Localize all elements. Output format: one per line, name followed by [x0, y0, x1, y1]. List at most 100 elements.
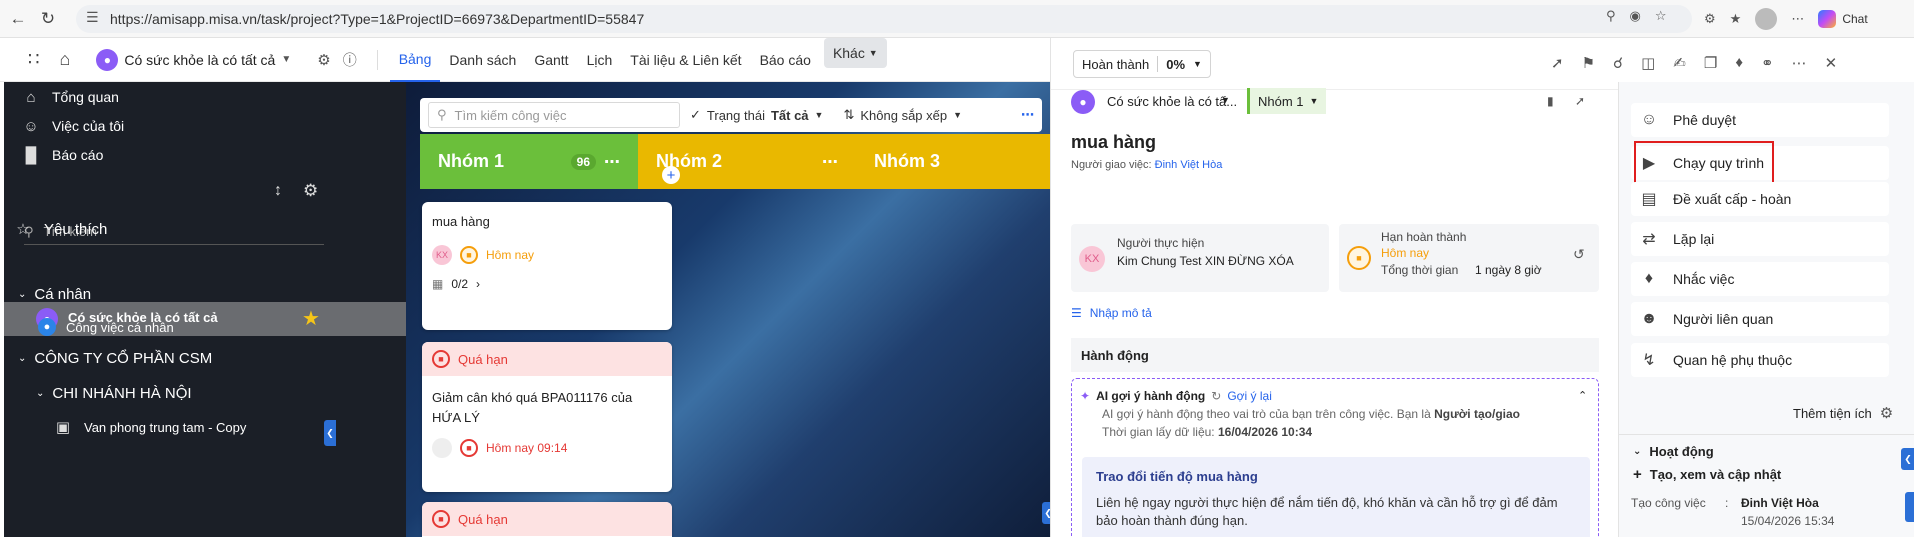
- reader-icon[interactable]: ◉: [1630, 8, 1641, 24]
- chat-label[interactable]: Chat: [1842, 12, 1867, 26]
- pin-icon[interactable]: ➚: [1575, 94, 1585, 108]
- link-icon[interactable]: ⚭: [1761, 54, 1774, 72]
- copilot-icon[interactable]: [1818, 10, 1837, 28]
- user-icon: ●: [38, 318, 56, 336]
- attachment-icon[interactable]: ☌: [1613, 54, 1623, 72]
- action-reminder[interactable]: ♦ Nhắc việc: [1631, 262, 1889, 296]
- collapse-icon[interactable]: ↕: [274, 182, 282, 200]
- action-dependencies[interactable]: ↯ Quan hệ phụ thuộc: [1631, 343, 1889, 377]
- sidebar-item-overview[interactable]: ⌂ Tổng quan: [22, 88, 118, 106]
- executor-box[interactable]: KX Người thực hiện Kim Chung Test XIN ĐỪ…: [1071, 224, 1329, 292]
- scroll-handle[interactable]: [1905, 492, 1914, 522]
- task-card[interactable]: mua hàng KX ■ Hôm nay ▦ 0/2 ›: [422, 202, 672, 330]
- ai-retry-link[interactable]: Gợi ý lại: [1227, 389, 1272, 403]
- history-icon[interactable]: ↺: [1573, 246, 1585, 263]
- task-title[interactable]: mua hàng: [1071, 132, 1156, 153]
- chevron-up-icon[interactable]: ⌃: [1578, 389, 1587, 402]
- tab-more[interactable]: Khác ▼: [823, 37, 887, 68]
- sidebar-item-personal-tasks[interactable]: ● Công việc cá nhân: [38, 318, 174, 336]
- chevron-down-icon[interactable]: ▼: [1221, 95, 1230, 105]
- more-icon[interactable]: ⋯: [1021, 107, 1034, 123]
- settings-icon[interactable]: ⚙: [317, 51, 330, 69]
- panel-toggle-icon[interactable]: ❮: [1042, 502, 1050, 524]
- comment-icon[interactable]: ✍: [1673, 54, 1686, 72]
- project-name[interactable]: Có sức khỏe là có tất cả: [124, 52, 275, 68]
- sidebar-item-label: Việc của tôi: [52, 118, 125, 134]
- activity-section[interactable]: ⌄ Hoạt động: [1633, 444, 1714, 459]
- status-filter[interactable]: ✓ Trạng thái Tất cả ▼: [690, 107, 823, 123]
- board-toolbar: ⚲ Tìm kiếm công việc ✓ Trạng thái Tất cả…: [420, 98, 1042, 132]
- home-icon[interactable]: ⌂: [59, 49, 70, 70]
- chevron-right-icon[interactable]: ›: [476, 277, 480, 291]
- bookmark-icon[interactable]: ▮: [1547, 94, 1554, 108]
- tab-documents[interactable]: Tài liệu & Liên kết: [621, 38, 750, 82]
- assigner-name[interactable]: Đinh Việt Hòa: [1155, 159, 1223, 171]
- tab-calendar[interactable]: Lịch: [578, 38, 622, 82]
- action-label: Quan hệ phụ thuộc: [1673, 352, 1793, 368]
- action-repeat[interactable]: ⇄ Lặp lại: [1631, 222, 1889, 256]
- address-bar[interactable]: ☰ https://amisapp.misa.vn/task/project?T…: [76, 5, 1692, 33]
- favorites-icon[interactable]: ★: [1730, 11, 1742, 27]
- zoom-icon[interactable]: ⚲: [1606, 8, 1616, 24]
- sidebar-item-reports[interactable]: █ Báo cáo: [22, 146, 104, 164]
- tab-list[interactable]: Danh sách: [440, 38, 525, 82]
- tag-icon[interactable]: ⚑: [1582, 54, 1595, 72]
- close-icon[interactable]: ✕: [1825, 54, 1838, 72]
- plus-icon: +: [1633, 466, 1642, 483]
- column-title: Nhóm 1: [438, 151, 505, 171]
- sidebar-toggle-icon[interactable]: ❮: [324, 420, 336, 446]
- apps-grid-icon[interactable]: ∷: [28, 49, 39, 70]
- sidebar-section-personal[interactable]: ⌄ Cá nhân: [18, 286, 91, 303]
- task-card[interactable]: ■ Quá hạn: [422, 502, 672, 537]
- bell-icon[interactable]: ♦: [1735, 54, 1743, 72]
- action-related-people[interactable]: ☻ Người liên quan: [1631, 302, 1889, 336]
- star-filled-icon[interactable]: ★: [302, 306, 320, 331]
- task-search-input[interactable]: ⚲ Tìm kiếm công việc: [428, 102, 680, 128]
- detail-project-name[interactable]: Có sức khỏe là có tấ...: [1107, 94, 1237, 109]
- assignee-avatar: [432, 438, 452, 458]
- back-icon[interactable]: ←: [6, 7, 30, 31]
- assignee-avatar: KX: [432, 245, 452, 265]
- sidebar-section-favorites[interactable]: ☆ Yêu thích: [14, 220, 107, 239]
- pin-icon[interactable]: ➚: [1551, 54, 1564, 72]
- chevron-down-icon[interactable]: ▼: [281, 54, 291, 65]
- info-icon[interactable]: ⓘ: [343, 50, 357, 70]
- more-utilities[interactable]: Thêm tiện ích ⚙: [1793, 404, 1893, 422]
- reload-icon[interactable]: ↻: [36, 7, 60, 31]
- copy-icon[interactable]: ❐: [1704, 54, 1717, 72]
- favorite-star-icon[interactable]: ☆: [1655, 8, 1667, 24]
- description-link[interactable]: ☰ Nhập mô tả: [1071, 306, 1152, 320]
- menu-icon[interactable]: ⋯: [1791, 11, 1804, 27]
- ai-time-label: Thời gian lấy dữ liệu:: [1102, 425, 1215, 439]
- status-dropdown[interactable]: Hoàn thành 0% ▼: [1073, 50, 1211, 78]
- profile-avatar[interactable]: [1755, 8, 1778, 30]
- action-approval[interactable]: ☺ Phê duyệt: [1631, 103, 1889, 137]
- more-icon[interactable]: ⋯: [1792, 54, 1807, 72]
- sort-filter[interactable]: ⇅ Không sắp xếp ▼: [843, 107, 962, 123]
- activity-label: Hoạt động: [1649, 444, 1714, 459]
- chevron-down-icon: ⌄: [18, 353, 27, 364]
- group-selector[interactable]: Nhóm 1 ▼: [1247, 88, 1327, 114]
- sidebar-section-branch[interactable]: ⌄ CHI NHÁNH HÀ NỘI: [36, 385, 192, 402]
- deadline-box[interactable]: ■ Hạn hoàn thành Hôm nay Tổng thời gian …: [1339, 224, 1599, 292]
- task-card[interactable]: ■ Quá hạn Giảm cân khó quá BPA011176 của…: [422, 342, 672, 492]
- action-request-funds[interactable]: ▤ Đề xuất cấp - hoàn: [1631, 182, 1889, 216]
- subtask-tree-icon[interactable]: ◫: [1641, 54, 1655, 72]
- tab-board[interactable]: Bảng: [389, 38, 441, 82]
- subtask-icon: ▦: [432, 277, 444, 291]
- more-icon[interactable]: ⋯: [822, 152, 838, 172]
- gear-icon[interactable]: ⚙: [303, 181, 318, 201]
- add-task-icon[interactable]: +: [662, 166, 680, 184]
- more-icon[interactable]: ⋯: [604, 152, 620, 172]
- tab-gantt[interactable]: Gantt: [525, 38, 577, 82]
- sidebar-item-my-tasks[interactable]: ☺ Việc của tôi: [22, 117, 124, 135]
- create-view-update[interactable]: + Tạo, xem và cập nhật: [1633, 466, 1781, 483]
- sidebar-item-office[interactable]: ▣ Van phong trung tam - Copy: [54, 418, 246, 436]
- panel-toggle-icon[interactable]: ❮: [1901, 448, 1914, 470]
- tab-reports[interactable]: Báo cáo: [751, 38, 820, 82]
- users-icon: ☻: [1640, 310, 1658, 327]
- sidebar-section-company[interactable]: ⌄ CÔNG TY CỔ PHẦN CSM: [18, 350, 212, 367]
- suggestion-card[interactable]: Trao đổi tiến độ mua hàng Liên hệ ngay n…: [1082, 457, 1590, 537]
- site-info-icon[interactable]: ☰: [86, 9, 99, 26]
- extensions-icon[interactable]: ⚙: [1704, 11, 1716, 27]
